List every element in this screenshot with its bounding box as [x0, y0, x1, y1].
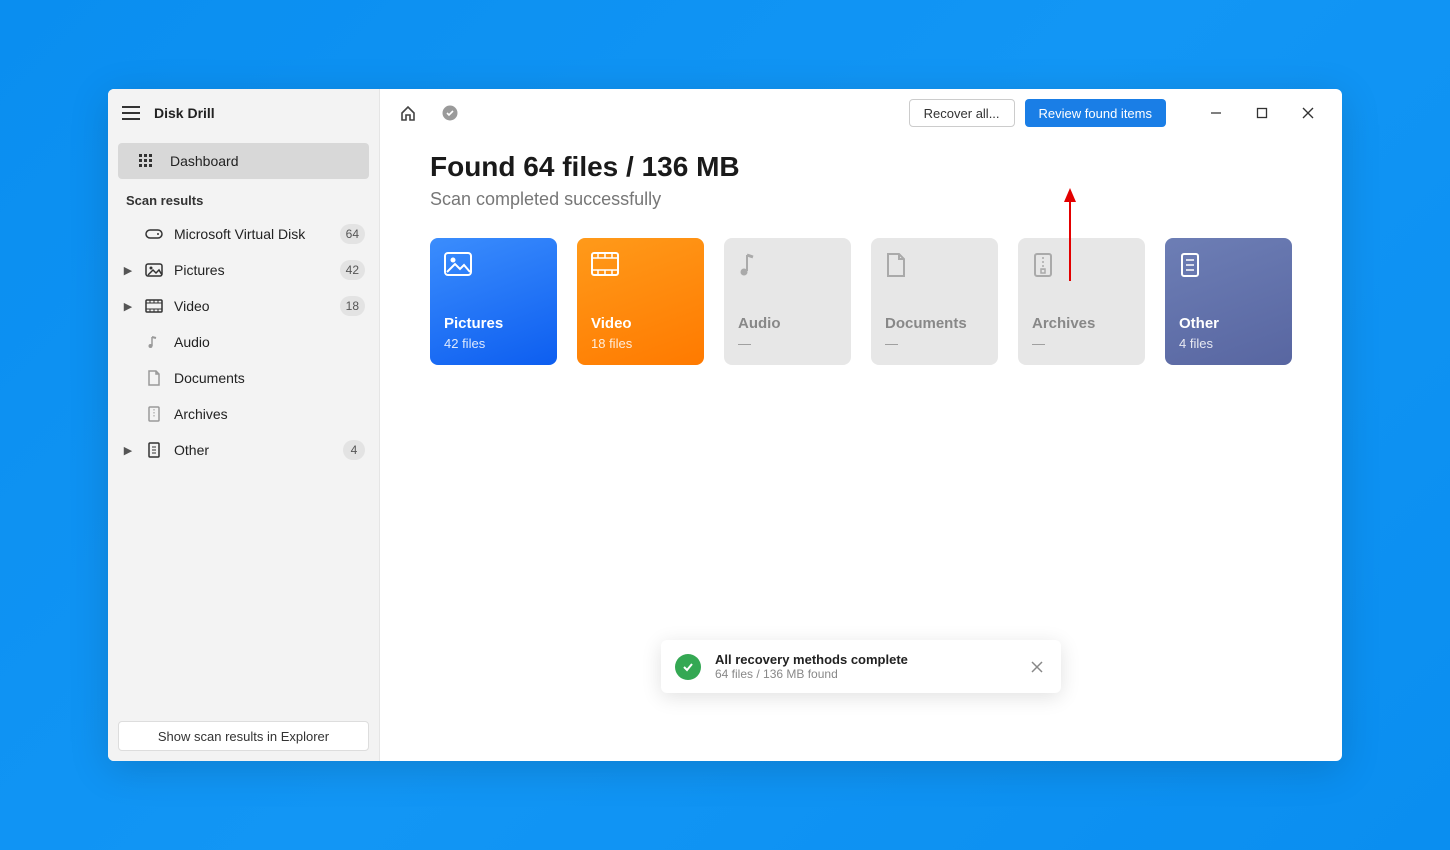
card-pictures[interactable]: Pictures 42 files — [430, 238, 557, 365]
chevron-right-icon: ▶ — [122, 264, 134, 277]
archive-icon — [144, 406, 164, 422]
music-icon — [738, 252, 766, 276]
card-title: Archives — [1032, 315, 1131, 332]
tree-item-other[interactable]: ▶ Other 4 — [108, 432, 379, 468]
image-icon — [144, 263, 164, 277]
video-icon — [591, 252, 619, 276]
check-circle-icon — [442, 105, 458, 121]
file-icon — [1179, 252, 1207, 276]
card-sub: 4 files — [1179, 336, 1278, 351]
tree-item-pictures[interactable]: ▶ Pictures 42 — [108, 252, 379, 288]
hamburger-icon[interactable] — [122, 106, 140, 120]
app-window: Disk Drill Dashboard Scan results Micros… — [108, 89, 1342, 761]
sidebar: Disk Drill Dashboard Scan results Micros… — [108, 89, 380, 761]
maximize-button[interactable] — [1240, 97, 1284, 129]
page-title: Found 64 files / 136 MB — [430, 151, 1292, 183]
review-found-items-button[interactable]: Review found items — [1025, 99, 1166, 127]
status-indicator[interactable] — [434, 97, 466, 129]
annotation-arrow — [1060, 186, 1080, 286]
tree-item-disk[interactable]: Microsoft Virtual Disk 64 — [108, 216, 379, 252]
grid-icon — [138, 153, 154, 169]
image-icon — [444, 252, 472, 276]
tree-item-archives[interactable]: Archives — [108, 396, 379, 432]
toast-sub: 64 files / 136 MB found — [715, 667, 1013, 681]
chevron-right-icon: ▶ — [122, 300, 134, 313]
disk-icon — [144, 227, 164, 241]
sidebar-item-label: Dashboard — [170, 153, 239, 169]
tree-label: Microsoft Virtual Disk — [174, 226, 330, 242]
tree-label: Documents — [174, 370, 365, 386]
app-title: Disk Drill — [154, 105, 215, 121]
toast-title: All recovery methods complete — [715, 652, 1013, 667]
tree-label: Archives — [174, 406, 365, 422]
badge: 4 — [343, 440, 365, 460]
close-icon — [1031, 661, 1043, 673]
tree-label: Pictures — [174, 262, 330, 278]
toast-close-button[interactable] — [1027, 657, 1047, 677]
recover-all-button[interactable]: Recover all... — [909, 99, 1015, 127]
show-in-explorer-button[interactable]: Show scan results in Explorer — [118, 721, 369, 751]
archive-icon — [1032, 252, 1060, 276]
badge: 18 — [340, 296, 365, 316]
card-title: Other — [1179, 315, 1278, 332]
card-sub: 42 files — [444, 336, 543, 351]
document-icon — [144, 370, 164, 386]
main: Recover all... Review found items Found … — [380, 89, 1342, 761]
card-sub: — — [885, 336, 984, 351]
card-documents[interactable]: Documents — — [871, 238, 998, 365]
card-sub: — — [738, 336, 837, 351]
sidebar-item-dashboard[interactable]: Dashboard — [118, 143, 369, 179]
close-icon — [1302, 107, 1314, 119]
sidebar-header: Disk Drill — [108, 89, 379, 137]
category-cards: Pictures 42 files Video 18 files Audio — — [430, 238, 1292, 365]
tree-label: Audio — [174, 334, 365, 350]
tree-label: Other — [174, 442, 333, 458]
card-video[interactable]: Video 18 files — [577, 238, 704, 365]
card-audio[interactable]: Audio — — [724, 238, 851, 365]
home-button[interactable] — [392, 97, 424, 129]
tree-item-audio[interactable]: Audio — [108, 324, 379, 360]
sidebar-footer: Show scan results in Explorer — [108, 711, 379, 761]
card-other[interactable]: Other 4 files — [1165, 238, 1292, 365]
tree-label: Video — [174, 298, 330, 314]
maximize-icon — [1256, 107, 1268, 119]
card-archives[interactable]: Archives — — [1018, 238, 1145, 365]
badge: 64 — [340, 224, 365, 244]
badge: 42 — [340, 260, 365, 280]
toast-notification: All recovery methods complete 64 files /… — [661, 640, 1061, 693]
page-subtitle: Scan completed successfully — [430, 189, 1292, 210]
card-title: Documents — [885, 315, 984, 332]
music-icon — [144, 334, 164, 350]
chevron-right-icon: ▶ — [122, 444, 134, 457]
card-sub: 18 files — [591, 336, 690, 351]
card-sub: — — [1032, 336, 1131, 351]
tree-item-documents[interactable]: Documents — [108, 360, 379, 396]
home-icon — [399, 104, 417, 122]
scan-results-label: Scan results — [108, 189, 379, 216]
check-icon — [675, 654, 701, 680]
card-title: Audio — [738, 315, 837, 332]
document-icon — [885, 252, 913, 276]
tree-item-video[interactable]: ▶ Video 18 — [108, 288, 379, 324]
close-button[interactable] — [1286, 97, 1330, 129]
main-header: Recover all... Review found items — [380, 89, 1342, 137]
minimize-button[interactable] — [1194, 97, 1238, 129]
minimize-icon — [1210, 107, 1222, 119]
card-title: Pictures — [444, 315, 543, 332]
video-icon — [144, 299, 164, 313]
file-icon — [144, 442, 164, 458]
card-title: Video — [591, 315, 690, 332]
